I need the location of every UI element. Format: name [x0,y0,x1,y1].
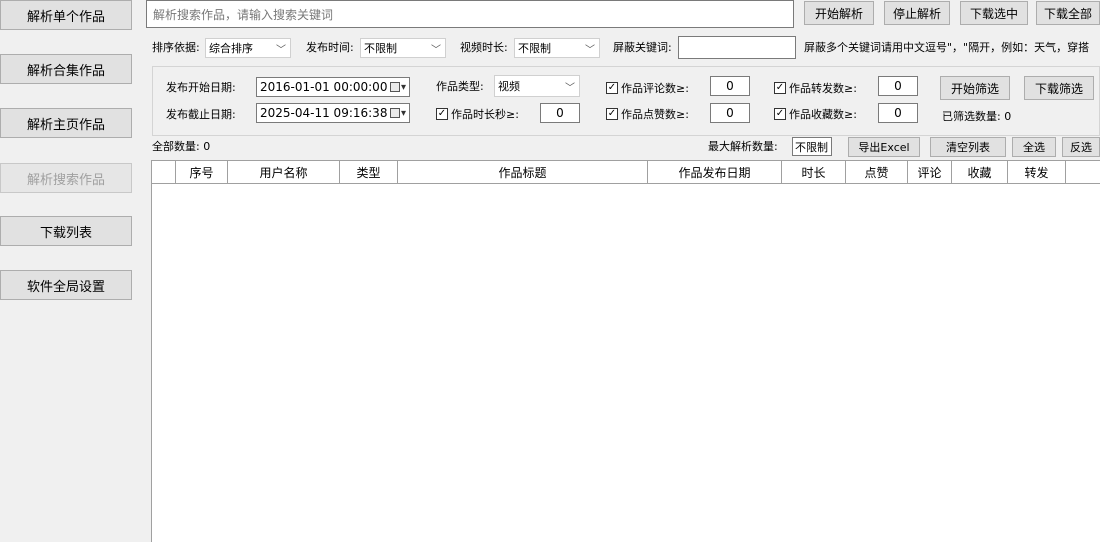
start-date-picker[interactable]: 2016-01-01 00:00:00 ▾ [256,77,410,97]
column-header-title[interactable]: 作品标题 [398,161,648,183]
column-header-favorites[interactable]: 收藏 [952,161,1008,183]
invert-selection-button[interactable]: 反选 [1062,137,1100,157]
start-filter-button[interactable]: 开始筛选 [940,76,1010,100]
end-date-value: 2025-04-11 09:16:38 [260,106,388,120]
download-filter-button[interactable]: 下载筛选 [1024,76,1094,100]
publish-time-select[interactable]: 不限制 ﹀ [360,38,446,58]
column-header-type[interactable]: 类型 [340,161,398,183]
sidebar-item-parse-single[interactable]: 解析单个作品 [0,0,132,30]
favorites-filter-label: 作品收藏数≥: [789,108,857,121]
sort-label: 排序依据: [152,41,200,54]
duration-label: 视频时长: [460,41,508,54]
publish-time-label: 发布时间: [306,41,354,54]
sidebar-item-download-list[interactable]: 下载列表 [0,216,132,246]
calendar-icon: ▾ [389,108,406,119]
table-header: 序号 用户名称 类型 作品标题 作品发布日期 时长 点赞 评论 收藏 转发 [152,161,1100,184]
checkbox-checked-icon: ✓ [774,108,786,120]
column-header-comments[interactable]: 评论 [908,161,952,183]
chevron-down-icon: ﹀ [565,82,575,94]
type-label: 作品类型: [436,80,484,93]
shares-filter-label: 作品转发数≥: [789,82,857,95]
sidebar-item-parse-collection[interactable]: 解析合集作品 [0,54,132,84]
shares-filter-input[interactable]: 0 [878,76,918,96]
max-parse-input[interactable]: 不限制 [792,137,832,156]
checkbox-checked-icon: ✓ [774,82,786,94]
publish-time-value: 不限制 [364,42,397,55]
max-parse-label: 最大解析数量: [708,140,778,153]
likes-filter-label: 作品点赞数≥: [621,108,689,121]
block-keyword-label: 屏蔽关键词: [613,41,672,54]
chevron-down-icon: ﹀ [431,44,441,56]
end-date-picker[interactable]: 2025-04-11 09:16:38 ▾ [256,103,410,123]
column-header-select[interactable] [152,161,176,183]
type-value: 视频 [498,80,520,93]
duration-select[interactable]: 不限制 ﹀ [514,38,600,58]
column-header-duration[interactable]: 时长 [782,161,846,183]
chevron-down-icon: ﹀ [276,44,286,56]
sort-select[interactable]: 综合排序 ﹀ [205,38,291,58]
shares-checkbox[interactable]: ✓ 作品转发数≥: [774,80,857,96]
comments-filter-label: 作品评论数≥: [621,82,689,95]
checkbox-checked-icon: ✓ [606,108,618,120]
likes-checkbox[interactable]: ✓ 作品点赞数≥: [606,106,689,122]
download-selected-button[interactable]: 下载选中 [960,1,1028,25]
download-all-button[interactable]: 下载全部 [1036,1,1100,25]
stop-parse-button[interactable]: 停止解析 [884,1,950,25]
duration-value: 不限制 [518,42,551,55]
duration-filter-label: 作品时长秒≥: [451,108,519,121]
chevron-down-icon: ﹀ [585,44,595,56]
calendar-icon: ▾ [389,82,406,93]
clear-list-button[interactable]: 清空列表 [930,137,1006,157]
column-header-shares[interactable]: 转发 [1008,161,1066,183]
likes-filter-input[interactable]: 0 [710,103,750,123]
export-excel-button[interactable]: 导出Excel [848,137,920,157]
checkbox-checked-icon: ✓ [436,108,448,120]
start-date-label: 发布开始日期: [166,81,236,94]
favorites-filter-input[interactable]: 0 [878,103,918,123]
sort-value: 综合排序 [209,42,253,55]
duration-checkbox[interactable]: ✓ 作品时长秒≥: [436,106,519,122]
results-table[interactable]: 序号 用户名称 类型 作品标题 作品发布日期 时长 点赞 评论 收藏 转发 [151,160,1100,542]
select-all-button[interactable]: 全选 [1012,137,1056,157]
column-header-index[interactable]: 序号 [176,161,228,183]
type-select[interactable]: 视频 ﹀ [494,75,580,97]
start-parse-button[interactable]: 开始解析 [804,1,874,25]
start-date-value: 2016-01-01 00:00:00 [260,80,388,94]
favorites-checkbox[interactable]: ✓ 作品收藏数≥: [774,106,857,122]
duration-filter-input[interactable]: 0 [540,103,580,123]
column-header-likes[interactable]: 点赞 [846,161,908,183]
column-header-publish-date[interactable]: 作品发布日期 [648,161,782,183]
block-keyword-hint: 屏蔽多个关键词请用中文逗号"，"隔开，例如：天气，穿搭 [804,41,1090,54]
sidebar-item-global-settings[interactable]: 软件全局设置 [0,270,132,300]
sidebar-item-parse-homepage[interactable]: 解析主页作品 [0,108,132,138]
column-header-extra[interactable] [1066,161,1100,183]
comments-filter-input[interactable]: 0 [710,76,750,96]
checkbox-checked-icon: ✓ [606,82,618,94]
comments-checkbox[interactable]: ✓ 作品评论数≥: [606,80,689,96]
block-keyword-input[interactable] [678,36,796,59]
search-input[interactable]: 解析搜索作品，请输入搜索关键词 [146,0,794,28]
filtered-count: 已筛选数量: 0 [942,110,1012,123]
column-header-username[interactable]: 用户名称 [228,161,340,183]
total-count: 全部数量: 0 [152,140,211,153]
end-date-label: 发布截止日期: [166,108,236,121]
sidebar-item-parse-search[interactable]: 解析搜索作品 [0,163,132,193]
